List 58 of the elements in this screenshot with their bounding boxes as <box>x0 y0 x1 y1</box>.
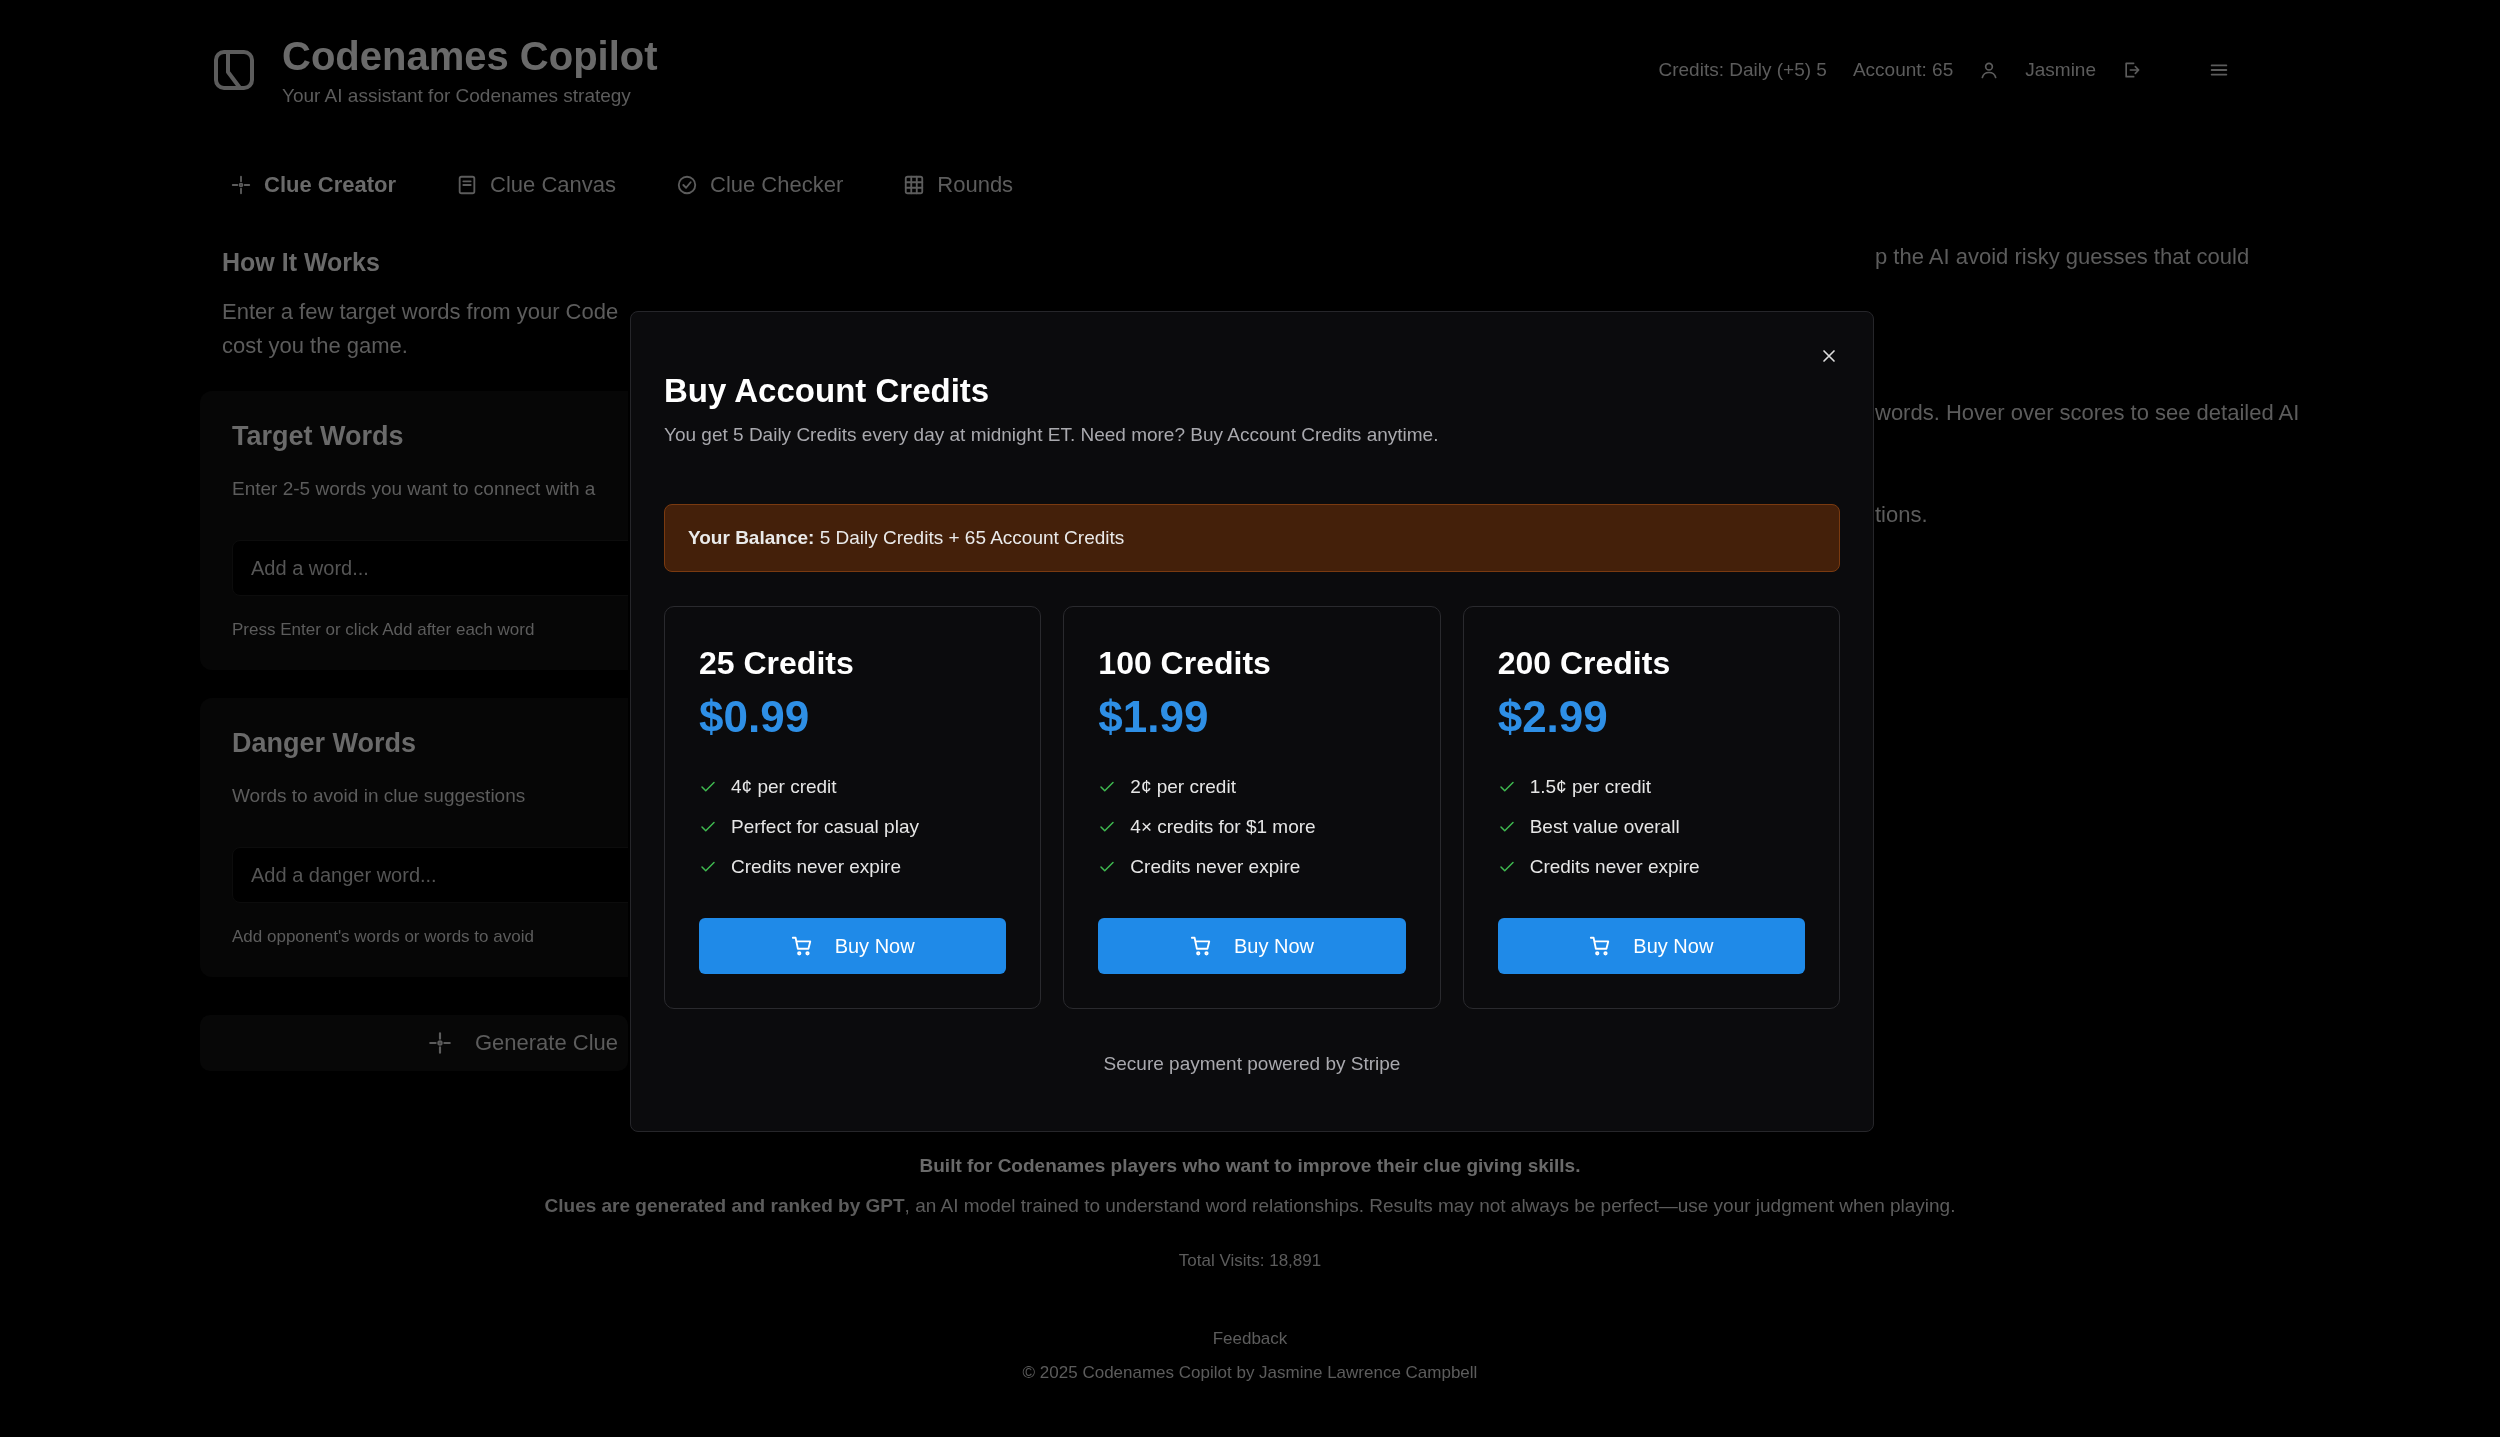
feature-text: 4× credits for $1 more <box>1130 816 1316 838</box>
package-price: $1.99 <box>1098 692 1210 742</box>
feature-text: 2¢ per credit <box>1130 776 1236 798</box>
grid-icon <box>903 174 926 196</box>
visit-count: Total Visits: 18,891 <box>1178 1251 1322 1271</box>
logout-icon <box>2122 60 2142 80</box>
results-hint: tions. <box>1875 502 1929 528</box>
app-title: Codenames Copilot <box>282 33 658 79</box>
tab[interactable]: Clue Canvas <box>456 166 616 204</box>
feedback-link[interactable]: Feedback <box>1212 1329 1288 1349</box>
user-name: Jasmine <box>2025 59 2096 81</box>
card-description: Enter 2-5 words you want to connect with a <box>232 478 597 500</box>
description-text: p the AI avoid risky guesses that could <box>1875 248 2251 270</box>
payment-note: Secure payment powered by Stripe <box>1102 1053 1402 1075</box>
package-price: $0.99 <box>699 692 811 742</box>
feature-text: 4¢ per credit <box>731 776 837 798</box>
daily-credits: Credits: Daily (+5) 5 <box>1658 59 1827 81</box>
package-price: $2.99 <box>1497 692 1609 742</box>
buy-now-button[interactable]: Buy Now <box>1098 918 1406 974</box>
feature-text: Credits never expire <box>731 856 902 878</box>
modal-title: Buy Account Credits <box>664 372 991 410</box>
package-name: 100 Credits <box>1098 645 1272 682</box>
package-name: 25 Credits <box>699 645 855 682</box>
card-title: Danger Words <box>232 728 418 759</box>
buy-now-button[interactable]: Buy Now <box>1497 918 1805 974</box>
tab[interactable]: Clue Creator <box>230 166 397 204</box>
generate-button[interactable]: Generate Clue <box>200 1015 628 1071</box>
account-credits: Account: 65 <box>1852 59 1954 81</box>
feature-text: Credits never expire <box>1529 856 1700 878</box>
results-hint: words. Hover over scores to see detailed AI <box>1875 400 2301 426</box>
balance-banner: Your Balance: 5 Daily Credits + 65 Account Credits <box>664 504 1840 572</box>
logout-button[interactable] <box>2122 60 2142 80</box>
footer-tagline: Built for Codenames players who want to improve their clue giving skills. <box>919 1155 1581 1177</box>
feature-text: Best value overall <box>1529 816 1680 838</box>
input-hint: Press Enter or click Add after each word <box>232 620 536 640</box>
app-subtitle: Your AI assistant for Codenames strategy <box>282 84 632 107</box>
footer-disclaimer: Clues are generated and ranked by GPT, an AI model trained to understand word relationships. Results may not always be perfect—use your judgment when playing. <box>544 1195 1956 1217</box>
cart-icon <box>1189 935 1212 957</box>
cart-icon <box>790 935 813 957</box>
buy-now-button[interactable]: Buy Now <box>699 918 1007 974</box>
feature-text: Perfect for casual play <box>731 816 919 838</box>
description-text: cost you the game. <box>222 332 409 360</box>
input-hint: Add opponent's words or words to avoid <box>232 927 535 947</box>
tab[interactable]: Clue Checker <box>676 166 844 204</box>
feature-text: Credits never expire <box>1130 856 1301 878</box>
word-input-field[interactable]: Add a word... <box>232 540 628 596</box>
feature-text: 1.5¢ per credit <box>1529 776 1652 798</box>
word-input-field[interactable]: Add a danger word... <box>232 847 628 903</box>
check-circle-icon <box>676 174 698 196</box>
copyright-text: © 2025 Codenames Copilot by Jasmine Lawrence Campbell <box>1022 1363 1478 1383</box>
modal-subtitle: You get 5 Daily Credits every day at midnight ET. Need more? Buy Account Credits anytime. <box>664 424 1440 446</box>
description-text: Enter a few target words from your Code <box>222 298 620 326</box>
package-name: 200 Credits <box>1497 645 1672 682</box>
cart-icon <box>1589 935 1612 957</box>
card-title: Target Words <box>232 421 405 452</box>
tab[interactable]: Rounds <box>903 166 1014 204</box>
section-heading: How It Works <box>222 248 381 277</box>
card-description: Words to avoid in clue suggestions <box>232 785 527 807</box>
